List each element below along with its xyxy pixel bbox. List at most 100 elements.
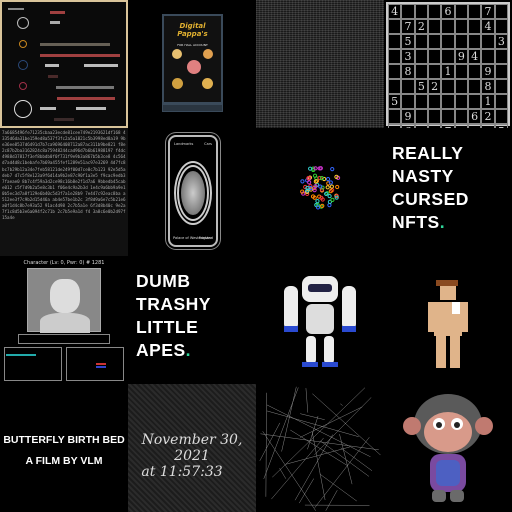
sudoku-cell[interactable] [414, 64, 428, 79]
line-mark [305, 388, 309, 413]
sudoku-cell[interactable] [427, 34, 442, 49]
sudoku-cell[interactable] [441, 34, 455, 49]
sudoku-tile[interactable]: 4677245339481952851962675 [384, 0, 512, 128]
sudoku-cell[interactable] [414, 4, 428, 19]
sudoku-cell[interactable] [481, 49, 495, 64]
film-title-tile[interactable]: BUTTERFLY BIRTH BED A FILM BY VLM [0, 384, 128, 512]
sudoku-cell[interactable] [388, 64, 402, 79]
sudoku-cell[interactable] [401, 94, 415, 109]
sudoku-cell[interactable] [388, 79, 402, 94]
trashy-apes-tile[interactable]: DUMB TRASHY LITTLE APES. [128, 256, 256, 384]
sudoku-cell[interactable]: 1 [481, 94, 495, 109]
sudoku-cell[interactable] [388, 34, 402, 49]
sudoku-cell[interactable] [454, 94, 468, 109]
sudoku-cell[interactable] [427, 19, 442, 34]
monkey-3d-tile[interactable] [384, 384, 512, 512]
sudoku-cell[interactable]: 4 [481, 19, 495, 34]
sudoku-cell[interactable]: 5 [388, 94, 402, 109]
dot-mark [319, 176, 324, 181]
sudoku-cell[interactable] [388, 49, 402, 64]
sudoku-cell[interactable]: 5 [414, 79, 428, 94]
sudoku-cell[interactable] [441, 49, 455, 64]
robot-figure [284, 276, 356, 367]
noise-art-tile[interactable] [256, 0, 384, 128]
sudoku-cell[interactable] [427, 109, 442, 124]
sudoku-cell[interactable] [427, 64, 442, 79]
pixel-figure-tile[interactable] [384, 256, 512, 384]
sudoku-cell[interactable] [467, 4, 482, 19]
sudoku-cell[interactable] [467, 64, 482, 79]
robot-tile[interactable] [256, 256, 384, 384]
sudoku-cell[interactable]: 6 [441, 4, 455, 19]
sudoku-cell[interactable]: 2 [427, 79, 442, 94]
line-mark [319, 473, 357, 502]
sudoku-cell[interactable] [494, 94, 508, 109]
sudoku-cell[interactable] [414, 94, 428, 109]
line-art-tile[interactable] [256, 384, 384, 512]
sudoku-cell[interactable] [401, 4, 415, 19]
sudoku-cell[interactable]: 2 [481, 109, 495, 124]
sudoku-cell[interactable] [467, 94, 482, 109]
sudoku-cell[interactable] [414, 34, 428, 49]
sudoku-cell[interactable] [454, 19, 468, 34]
sudoku-cell[interactable] [494, 64, 508, 79]
sudoku-cell[interactable] [414, 109, 428, 124]
sudoku-cell[interactable] [441, 94, 455, 109]
sudoku-cell[interactable]: 1 [441, 64, 455, 79]
sudoku-board: 4677245339481952851962675 [386, 2, 510, 128]
sudoku-cell[interactable]: 9 [401, 109, 415, 124]
cursed-nfts-tile[interactable]: REALLY NASTY CURSED NFTS. [384, 128, 512, 256]
sudoku-cell[interactable] [494, 79, 508, 94]
sudoku-cell[interactable]: 8 [401, 64, 415, 79]
sudoku-cell[interactable] [427, 4, 442, 19]
sudoku-cell[interactable] [401, 79, 415, 94]
sudoku-cell[interactable] [388, 19, 402, 34]
sudoku-cell[interactable] [414, 49, 428, 64]
sudoku-cell[interactable] [441, 19, 455, 34]
sudoku-cell[interactable] [467, 19, 482, 34]
timeline-art-tile[interactable] [0, 0, 128, 128]
sudoku-cell[interactable] [494, 49, 508, 64]
hex-text-tile[interactable]: 7a6685496fe71235cbaa23ecde81cee749e21936… [0, 128, 128, 256]
sudoku-cell[interactable] [427, 49, 442, 64]
character-card-tile[interactable]: Character (Lv: 0, Pwr: 0) # 1281 [0, 256, 128, 384]
sudoku-cell[interactable]: 2 [414, 19, 428, 34]
sudoku-cell[interactable]: 6 [467, 109, 482, 124]
sudoku-cell[interactable] [494, 19, 508, 34]
line-mark [290, 429, 348, 467]
sudoku-cell[interactable]: 7 [481, 4, 495, 19]
date-stamp-tile[interactable]: November 30, 2021 at 11:57:33 [128, 384, 256, 512]
sudoku-cell[interactable]: 3 [401, 49, 415, 64]
sudoku-cell[interactable] [494, 4, 508, 19]
sudoku-cell[interactable] [454, 4, 468, 19]
sudoku-cell[interactable] [481, 34, 495, 49]
sudoku-cell[interactable] [494, 109, 508, 124]
sudoku-cell[interactable] [441, 109, 455, 124]
sudoku-cell[interactable]: 8 [481, 79, 495, 94]
dot-mark [315, 205, 321, 210]
pizza-sign-tile[interactable]: Digital Pappa's FOR HALL ACCOUNT [128, 0, 256, 128]
text-line: TRASHY [136, 294, 211, 314]
sudoku-cell[interactable] [454, 79, 468, 94]
sudoku-cell[interactable] [454, 34, 468, 49]
sudoku-cell[interactable] [427, 94, 442, 109]
sudoku-cell[interactable]: 3 [494, 34, 508, 49]
sudoku-cell[interactable] [454, 64, 468, 79]
sudoku-cell[interactable]: 4 [388, 4, 402, 19]
sudoku-cell[interactable]: 4 [467, 49, 482, 64]
sudoku-cell[interactable]: 9 [454, 49, 468, 64]
sudoku-cell[interactable]: 7 [401, 19, 415, 34]
sudoku-cell[interactable] [454, 109, 468, 124]
sudoku-cell[interactable] [467, 79, 482, 94]
sudoku-cell[interactable] [388, 109, 402, 124]
dot-cluster-tile[interactable] [256, 128, 384, 256]
sudoku-cell[interactable] [441, 79, 455, 94]
text-line: APES [136, 340, 186, 360]
accent-dot: . [185, 340, 192, 360]
line-mark [320, 440, 370, 477]
sudoku-cell[interactable]: 9 [481, 64, 495, 79]
phone-card-tile[interactable]: Landmarks Cars Palace of Westminster Eng… [128, 128, 256, 256]
sudoku-cell[interactable] [467, 34, 482, 49]
film-credit: A FILM BY VLM [25, 455, 103, 467]
sudoku-cell[interactable]: 5 [401, 34, 415, 49]
